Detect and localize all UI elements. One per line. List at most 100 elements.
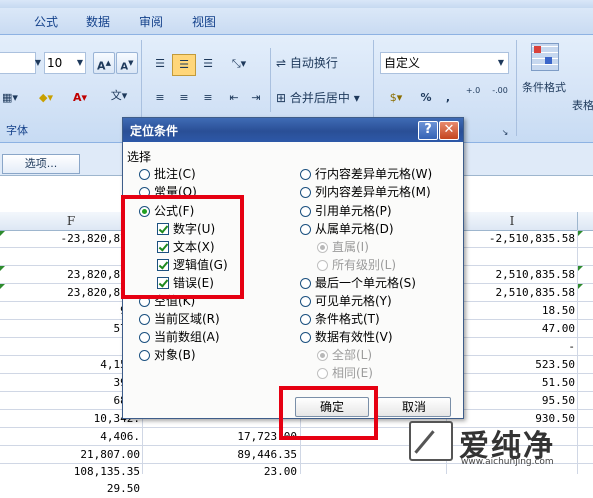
title-bar [0, 0, 593, 8]
dialog-launcher-icon[interactable]: ↘ [500, 123, 510, 143]
radio-icon [139, 350, 150, 361]
option-precedents[interactable]: 引用单元格(P) [300, 203, 392, 219]
dialog-title: 定位条件 [130, 124, 179, 138]
cell-h[interactable]: 23.00 [143, 463, 297, 481]
fill-color-icon[interactable]: ◆▾ [32, 88, 60, 108]
column-header-i[interactable]: I [447, 212, 578, 231]
column-header-j[interactable] [578, 212, 593, 231]
radio-disabled-icon [317, 260, 328, 271]
error-indicator-icon [578, 284, 583, 289]
cell-f[interactable]: 23,820,878. [0, 266, 140, 284]
options-button[interactable]: 选项... [2, 154, 80, 174]
radio-icon [300, 169, 311, 180]
tab-formulas[interactable]: 公式 [34, 13, 58, 30]
chevron-down-icon[interactable]: ▼ [76, 53, 84, 73]
align-middle-icon[interactable]: ☰ [172, 54, 196, 76]
cell-h[interactable]: 17,723.00 [143, 428, 297, 446]
font-color-icon[interactable]: A▾ [66, 88, 94, 108]
cell-f[interactable]: 21,807.00 [0, 446, 140, 464]
option-last-cell[interactable]: 最后一个单元格(S) [300, 275, 416, 291]
cell-f[interactable]: 92. [0, 302, 140, 320]
watermark: 爱纯净 www.aichunjing.com [405, 413, 593, 474]
cell-f[interactable]: 682. [0, 392, 141, 410]
chevron-down-icon[interactable]: ▼ [496, 53, 506, 73]
chevron-down-icon[interactable]: ▼ [34, 53, 42, 73]
decrease-decimal-icon[interactable]: -.00 [488, 86, 512, 96]
cell-i[interactable]: 523.50 [447, 356, 575, 374]
option-validation-all: 全部(L) [317, 347, 372, 363]
close-button[interactable]: ✕ [439, 121, 459, 140]
group-separator [270, 48, 271, 112]
cell-i[interactable]: 47.00 [447, 320, 575, 338]
option-direct-only: 直属(I) [317, 239, 369, 255]
option-column-differences[interactable]: 列内容差异单元格(M) [300, 184, 431, 200]
option-current-region[interactable]: 当前区域(R) [139, 311, 220, 327]
group-separator [516, 40, 517, 136]
cell-i[interactable]: 51.50 [447, 374, 575, 392]
increase-indent-icon[interactable]: ⇥ [246, 88, 266, 108]
radio-icon [139, 314, 150, 325]
number-format-box[interactable]: 自定义 [380, 52, 509, 74]
cell-i[interactable]: 95.50 [447, 392, 575, 410]
option-dependents[interactable]: 从属单元格(D) [300, 221, 394, 237]
option-conditional-formats[interactable]: 条件格式(T) [300, 311, 380, 327]
shrink-font-button[interactable]: A▼ [116, 52, 138, 74]
option-data-validation[interactable]: 数据有效性(V) [300, 329, 393, 345]
comma-icon[interactable]: , [440, 88, 456, 108]
group-label: 选择 [127, 150, 152, 164]
cell-i[interactable]: -2,510,835.58 [447, 230, 575, 248]
cell-i[interactable]: - [447, 338, 575, 356]
align-right-icon[interactable]: ≡ [198, 88, 218, 108]
cell-f[interactable]: 4,406. [0, 428, 140, 446]
cell-f[interactable]: 571. [0, 320, 141, 338]
option-visible-cells[interactable]: 可见单元格(Y) [300, 293, 392, 309]
merge-center-button[interactable]: ⊞ 合并后居中 ▾ [276, 89, 360, 106]
tab-view[interactable]: 视图 [192, 13, 216, 30]
radio-disabled-icon [317, 242, 328, 253]
cell-i[interactable]: 2,510,835.58 [447, 284, 575, 302]
option-row-differences[interactable]: 行内容差异单元格(W) [300, 166, 432, 182]
align-bottom-icon[interactable]: ☰ [198, 54, 218, 74]
help-button[interactable]: ? [418, 121, 438, 140]
cell-f[interactable]: - [0, 338, 140, 356]
cell-f[interactable]: 10,342. [0, 410, 140, 428]
cell-f[interactable]: 29.50 [0, 480, 140, 498]
cell-f[interactable]: 108,135.35 [0, 463, 140, 481]
increase-decimal-icon[interactable]: +.0 [462, 86, 484, 96]
percent-icon[interactable]: % [416, 88, 436, 108]
cell-f[interactable]: 23,820,878. [0, 284, 140, 302]
radio-disabled-icon [317, 350, 328, 361]
radio-icon [300, 314, 311, 325]
option-current-array[interactable]: 当前数组(A) [139, 329, 220, 345]
cell-i[interactable]: 2,510,835.58 [447, 266, 575, 284]
currency-icon[interactable]: $▾ [382, 88, 410, 108]
cell-f[interactable]: 4,158. [0, 356, 140, 374]
conditional-format-button[interactable]: 条件格式 [522, 79, 566, 95]
merge-icon: ⊞ [276, 91, 287, 105]
align-left-icon[interactable]: ≡ [150, 88, 170, 108]
radio-icon [300, 187, 311, 198]
radio-icon [300, 278, 311, 289]
grow-font-button[interactable]: A▲ [93, 52, 115, 74]
phonetic-icon[interactable]: 文▾ [102, 86, 136, 108]
watermark-url: www.aichunjing.com [461, 457, 554, 467]
tab-review[interactable]: 审阅 [139, 13, 163, 30]
table-format-button[interactable]: 表格 [572, 97, 593, 113]
border-icon[interactable]: ▦▾ [0, 88, 22, 108]
cell-f[interactable]: -23,820,878. [0, 230, 140, 248]
tab-data[interactable]: 数据 [86, 13, 110, 30]
radio-icon [300, 224, 311, 235]
orientation-icon[interactable]: ⤡▾ [224, 54, 254, 74]
wrap-text-button[interactable]: ⇌ 自动换行 [276, 54, 338, 71]
option-comments[interactable]: 批注(C) [139, 166, 196, 182]
option-objects[interactable]: 对象(B) [139, 347, 196, 363]
align-center-icon[interactable]: ≡ [174, 88, 194, 108]
font-name-box[interactable] [0, 52, 36, 74]
cell-f[interactable]: 390. [0, 374, 141, 392]
font-group-label: 字体 [6, 124, 28, 137]
decrease-indent-icon[interactable]: ⇤ [224, 88, 244, 108]
cell-i[interactable]: 18.50 [447, 302, 575, 320]
cell-h[interactable]: 89,446.35 [143, 446, 297, 464]
conditional-format-icon[interactable] [531, 43, 559, 71]
align-top-icon[interactable]: ☰ [150, 54, 170, 74]
